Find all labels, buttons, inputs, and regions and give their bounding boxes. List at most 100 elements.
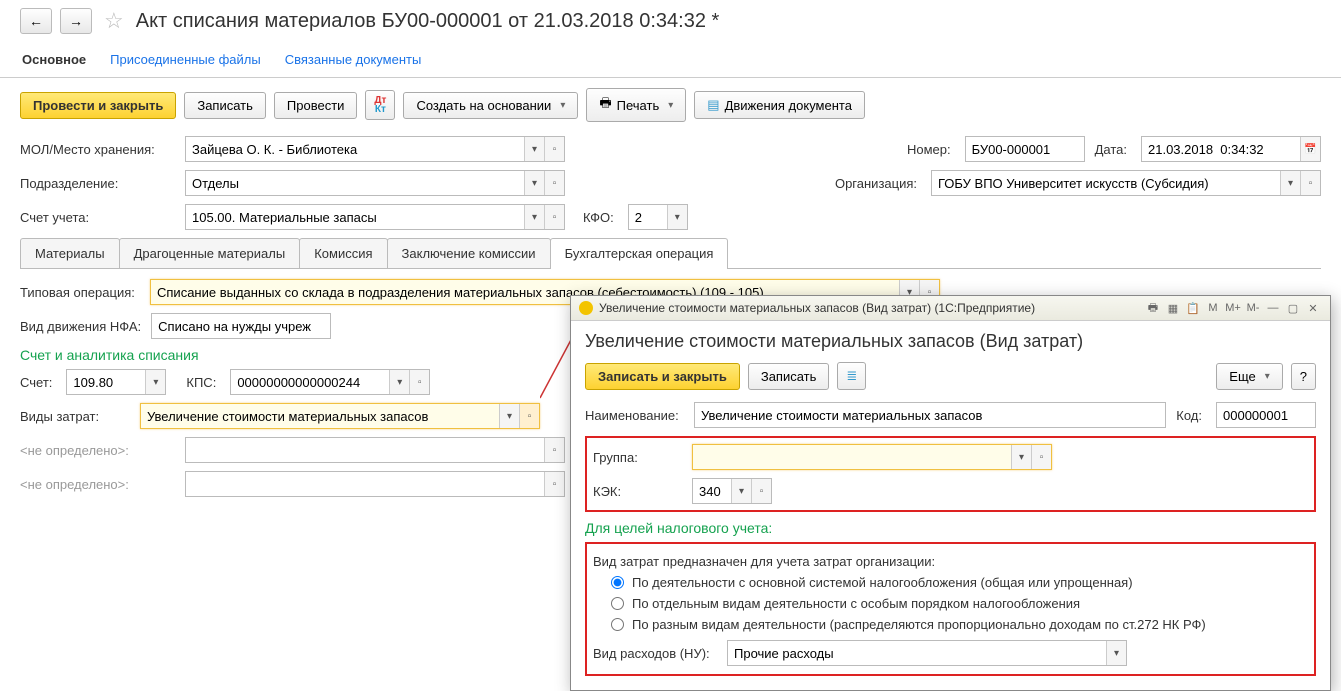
open-icon[interactable]: ▫ [519,404,539,428]
dropdown-icon[interactable]: ▾ [524,171,544,195]
dialog-list-button[interactable]: ≣ [837,362,866,390]
open-icon[interactable]: ▫ [1300,171,1320,195]
create-based-button[interactable]: Создать на основании [403,92,578,119]
dropdown-icon[interactable]: ▾ [1280,171,1300,195]
kfo-label: КФО: [583,210,614,225]
number-label: Номер: [907,142,951,157]
post-and-close-button[interactable]: Провести и закрыть [20,92,176,119]
lines-icon: ≣ [846,368,857,384]
dialog-code-label: Код: [1176,408,1202,423]
dialog-kek-input[interactable]: ▾ ▫ [692,478,772,504]
print-icon[interactable]: 🖶 [1144,300,1162,316]
undefined-input-1[interactable]: ▫ [185,437,565,463]
nav-back-button[interactable]: ← [20,8,52,34]
dialog-save-button[interactable]: Записать [748,363,830,390]
favorite-icon[interactable]: ☆ [104,8,124,34]
dialog-name-label: Наименование: [585,408,680,423]
dropdown-icon[interactable]: ▾ [145,370,165,394]
account-sub-label: Счет: [20,375,52,390]
m-plus-icon[interactable]: M+ [1224,300,1242,316]
close-icon[interactable]: ✕ [1304,300,1322,316]
radio-main-activity[interactable]: По деятельности с основной системой нало… [611,575,1308,590]
calendar-icon[interactable]: 📋 [1184,300,1202,316]
division-label: Подразделение: [20,176,175,191]
open-icon[interactable]: ▫ [544,472,564,496]
dropdown-icon[interactable]: ▾ [499,404,519,428]
nav-forward-button[interactable]: → [60,8,92,34]
app-icon [579,301,593,315]
nav-tab-main[interactable]: Основное [20,46,88,73]
radio-mixed-activity[interactable]: По разным видам деятельности (распределя… [611,617,1308,632]
m-icon[interactable]: M [1204,300,1222,316]
table-icon[interactable]: ▦ [1164,300,1182,316]
open-icon[interactable]: ▫ [544,438,564,462]
undefined-label-2: <не определено>: [20,477,175,492]
tab-accounting[interactable]: Бухгалтерская операция [550,238,729,268]
typical-op-label: Типовая операция: [20,285,140,300]
dropdown-icon[interactable]: ▾ [731,479,751,503]
dialog-group-input[interactable]: ▾ ▫ [692,444,1052,470]
expense-type-label: Вид расходов (НУ): [593,646,713,661]
mol-input[interactable]: ▾ ▫ [185,136,565,162]
post-button[interactable]: Провести [274,92,358,119]
cost-type-dialog: Увеличение стоимости материальных запасо… [570,295,1331,691]
cost-type-label: Виды затрат: [20,409,130,424]
kps-input[interactable]: ▾ ▫ [230,369,430,395]
save-button[interactable]: Записать [184,92,266,119]
printer-icon: 🖶 [599,94,611,116]
dialog-kek-label: КЭК: [593,484,678,499]
nfa-label: Вид движения НФА: [20,319,141,334]
kps-label: КПС: [186,375,216,390]
maximize-icon[interactable]: ▢ [1284,300,1302,316]
dialog-code-input[interactable] [1216,402,1316,428]
division-input[interactable]: ▾ ▫ [185,170,565,196]
dropdown-icon[interactable]: ▾ [524,137,544,161]
dropdown-icon[interactable]: ▾ [1011,445,1031,469]
list-icon: ▤ [707,97,719,113]
dialog-save-close-button[interactable]: Записать и закрыть [585,363,740,390]
undefined-label-1: <не определено>: [20,443,175,458]
dropdown-icon[interactable]: ▾ [667,205,687,229]
movements-button[interactable]: ▤Движения документа [694,91,865,119]
tab-precious[interactable]: Драгоценные материалы [119,238,301,268]
open-icon[interactable]: ▫ [544,137,564,161]
org-input[interactable]: ▾ ▫ [931,170,1321,196]
open-icon[interactable]: ▫ [544,171,564,195]
expense-type-input[interactable]: ▾ [727,640,1127,666]
open-icon[interactable]: ▫ [751,479,771,503]
date-input[interactable]: 📅 [1141,136,1321,162]
dialog-header: Увеличение стоимости материальных запасо… [585,331,1316,352]
dialog-more-button[interactable]: Еще [1216,363,1282,390]
dialog-window-title: Увеличение стоимости материальных запасо… [599,301,1138,315]
open-icon[interactable]: ▫ [544,205,564,229]
tab-conclusion[interactable]: Заключение комиссии [387,238,551,268]
nav-tab-files[interactable]: Присоединенные файлы [108,46,263,73]
kfo-input[interactable]: ▾ [628,204,688,230]
open-icon[interactable]: ▫ [409,370,429,394]
date-label: Дата: [1095,142,1127,157]
debit-credit-button[interactable]: ДтКт [365,90,395,120]
dropdown-icon[interactable]: ▾ [524,205,544,229]
tab-materials[interactable]: Материалы [20,238,120,268]
radio-special-activity[interactable]: По отдельным видам деятельности с особым… [611,596,1308,611]
mol-label: МОЛ/Место хранения: [20,142,175,157]
undefined-input-2[interactable]: ▫ [185,471,565,497]
cost-type-input[interactable]: ▾ ▫ [140,403,540,429]
print-button[interactable]: 🖶Печать [586,88,686,122]
tax-section-title: Для целей налогового учета: [585,520,1316,536]
account-input[interactable]: ▾ ▫ [185,204,565,230]
dialog-group-label: Группа: [593,450,678,465]
minimize-icon[interactable]: — [1264,300,1282,316]
tab-commission[interactable]: Комиссия [299,238,387,268]
nfa-input[interactable] [151,313,331,339]
account-sub-input[interactable]: ▾ [66,369,166,395]
m-minus-icon[interactable]: M- [1244,300,1262,316]
dropdown-icon[interactable]: ▾ [1106,641,1126,665]
calendar-icon[interactable]: 📅 [1300,137,1320,161]
dropdown-icon[interactable]: ▾ [389,370,409,394]
dialog-name-input[interactable] [694,402,1166,428]
dialog-help-button[interactable]: ? [1291,363,1316,390]
number-input[interactable] [965,136,1085,162]
open-icon[interactable]: ▫ [1031,445,1051,469]
nav-tab-links[interactable]: Связанные документы [283,46,424,73]
